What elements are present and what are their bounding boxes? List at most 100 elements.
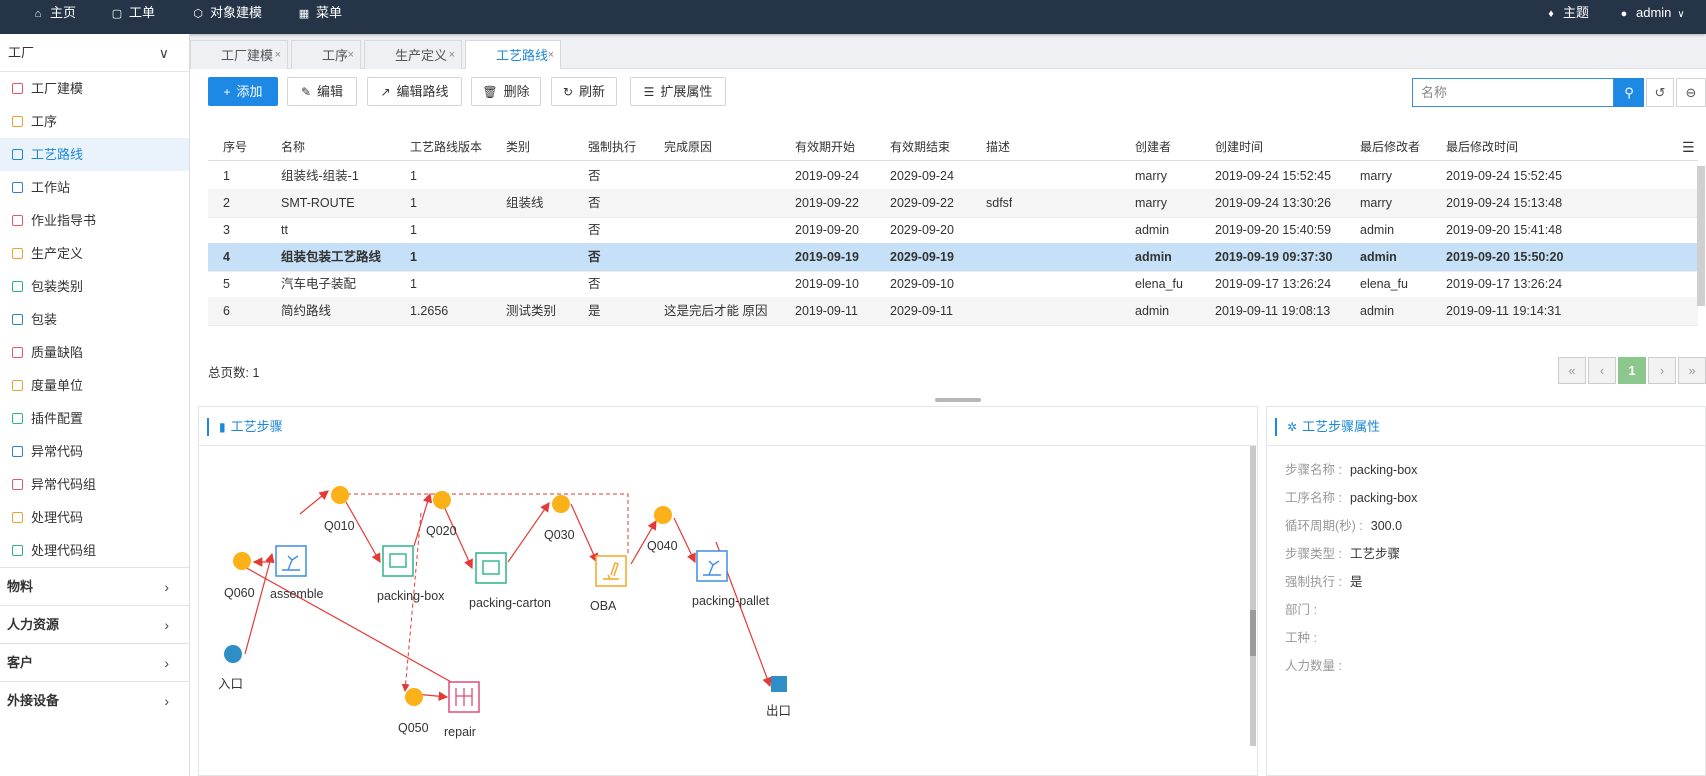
- sidebar-item[interactable]: 作业指导书: [0, 204, 189, 237]
- table-cell: 测试类别: [506, 304, 557, 318]
- nav-work-order[interactable]: ▢ 工单: [111, 0, 155, 26]
- table-scrollbar[interactable]: [1697, 166, 1705, 306]
- node-entry[interactable]: 入口: [218, 645, 243, 691]
- sidebar-item[interactable]: 插件配置: [0, 402, 189, 435]
- tab-process[interactable]: 工序 ×: [291, 40, 361, 69]
- prev-page-button[interactable]: ‹: [1588, 357, 1616, 384]
- column-header[interactable]: 最后修改者: [1360, 136, 1420, 158]
- current-page-button[interactable]: 1: [1618, 357, 1646, 384]
- reset-button[interactable]: ↺: [1646, 78, 1674, 107]
- column-header[interactable]: 创建者: [1135, 136, 1171, 158]
- scrollbar-thumb[interactable]: [1250, 610, 1256, 656]
- close-icon[interactable]: ×: [348, 41, 354, 70]
- sidebar-item[interactable]: 生产定义: [0, 237, 189, 270]
- close-icon[interactable]: ×: [449, 41, 455, 70]
- next-page-button[interactable]: ›: [1648, 357, 1676, 384]
- sidebar-group[interactable]: 人力资源 ›: [0, 605, 189, 643]
- last-page-button[interactable]: »: [1678, 357, 1706, 384]
- sidebar-item[interactable]: 异常代码组: [0, 468, 189, 501]
- sidebar-group[interactable]: 物料 ›: [0, 567, 189, 605]
- sidebar-item[interactable]: 工序: [0, 105, 189, 138]
- sidebar-item[interactable]: 工艺路线: [0, 138, 189, 171]
- sidebar-item[interactable]: 包装: [0, 303, 189, 336]
- sidebar-group-label: 物料: [7, 579, 34, 594]
- close-icon[interactable]: ×: [548, 41, 554, 70]
- tab-production-definition[interactable]: 生产定义 ×: [364, 40, 462, 69]
- table-row[interactable]: 2 SMT-ROUTE 1 组装线 否 2019-09-22 2029-09-22 sdfsf…: [208, 189, 1698, 218]
- sidebar-section-factory[interactable]: 工厂 ∨: [0, 34, 189, 72]
- nav-object-modeling[interactable]: ⬡ 对象建模: [192, 0, 262, 26]
- node-packing-box[interactable]: packing-box: [377, 545, 445, 603]
- menu-item-icon: [12, 347, 23, 358]
- column-header[interactable]: 有效期结束: [890, 136, 950, 158]
- property-value: 是: [1349, 575, 1363, 589]
- flow-link: [232, 560, 463, 689]
- node-packing-carton[interactable]: packing-carton: [469, 552, 551, 610]
- edit-button[interactable]: ✎ 编辑: [287, 77, 357, 106]
- table-row[interactable]: 5 汽车电子装配 1 否 2019-09-10 2029-09-10 elena_fu 201…: [208, 270, 1698, 299]
- nav-menu[interactable]: ▦ 菜单: [298, 0, 342, 26]
- sidebar-item[interactable]: 处理代码组: [0, 534, 189, 567]
- resize-handle[interactable]: [935, 398, 981, 402]
- column-header[interactable]: 创建时间: [1215, 136, 1263, 158]
- divider: [1267, 445, 1705, 446]
- nav-home[interactable]: ⌂ 主页: [32, 0, 76, 26]
- sidebar-item[interactable]: 度量单位: [0, 369, 189, 402]
- table-cell: 2019-09-19 09:37:30: [1215, 250, 1333, 264]
- search-button[interactable]: ⚲: [1614, 78, 1644, 107]
- nav-user[interactable]: ● admin ∨: [1618, 0, 1685, 26]
- sidebar-item[interactable]: 处理代码: [0, 501, 189, 534]
- table-row[interactable]: 3 tt 1 否 2019-09-20 2029-09-20 admin 2019-09-20…: [208, 216, 1698, 245]
- delete-button[interactable]: 🗑 删除: [471, 77, 541, 106]
- node-exit[interactable]: 出口: [766, 676, 791, 718]
- column-menu-icon[interactable]: ☰: [1682, 136, 1695, 158]
- edit-route-button[interactable]: ↗ 编辑路线: [367, 77, 462, 106]
- node-label: Q030: [544, 528, 575, 542]
- sidebar-group[interactable]: 客户 ›: [0, 643, 189, 681]
- sidebar-item[interactable]: 异常代码: [0, 435, 189, 468]
- search-icon: ⚲: [1624, 85, 1634, 100]
- menu-item-icon: [12, 446, 23, 457]
- column-header[interactable]: 强制执行: [588, 136, 636, 158]
- table-cell: admin: [1360, 223, 1395, 237]
- refresh-button[interactable]: ↻ 刷新: [551, 77, 617, 106]
- node-oba[interactable]: OBA: [590, 555, 627, 613]
- sidebar-item[interactable]: 包装类别: [0, 270, 189, 303]
- node-packing-pallet[interactable]: packing-pallet: [692, 550, 770, 608]
- menu-item-icon: [12, 314, 23, 325]
- table-cell: 简约路线: [281, 304, 332, 318]
- column-header[interactable]: 序号: [223, 136, 247, 158]
- add-button[interactable]: + 添加: [208, 77, 278, 106]
- search-input[interactable]: [1412, 78, 1614, 107]
- table-cell: 2019-09-19: [795, 250, 859, 264]
- column-header[interactable]: 完成原因: [664, 136, 712, 158]
- table-row[interactable]: 6 简约路线 1.2656 测试类别 是 这是完后才能 原因 2019-09-11 2029-…: [208, 297, 1698, 326]
- column-header[interactable]: 类别: [506, 136, 530, 158]
- nav-theme[interactable]: ♦ 主题: [1545, 0, 1589, 26]
- column-header[interactable]: 描述: [986, 136, 1010, 158]
- column-header[interactable]: 有效期开始: [795, 136, 855, 158]
- table-row[interactable]: 4 组装包装工艺路线 1 否 2019-09-19 2029-09-19 admin 2019…: [208, 243, 1698, 272]
- node-q030[interactable]: Q030: [544, 495, 575, 542]
- tab-factory-modeling[interactable]: 工厂建模 ×: [190, 40, 288, 69]
- node-q060[interactable]: Q060: [224, 552, 255, 600]
- sidebar-item[interactable]: 工作站: [0, 171, 189, 204]
- diagram-scrollbar[interactable]: [1250, 446, 1256, 746]
- tab-process-route[interactable]: 工艺路线 ×: [465, 40, 561, 69]
- table-row[interactable]: 1 组装线-组装-1 1 否 2019-09-24 2029-09-24 marry 2019…: [208, 162, 1698, 191]
- node-label: repair: [444, 725, 476, 739]
- node-assemble[interactable]: assemble: [270, 545, 324, 601]
- sidebar-item[interactable]: 工厂建模: [0, 72, 189, 105]
- extended-attributes-button[interactable]: ☰ 扩展属性: [630, 77, 726, 106]
- node-repair[interactable]: repair: [444, 681, 480, 739]
- sidebar-item[interactable]: 质量缺陷: [0, 336, 189, 369]
- collapse-button[interactable]: ⊖: [1676, 78, 1706, 107]
- sidebar-group[interactable]: 外接设备 ›: [0, 681, 189, 719]
- close-icon[interactable]: ×: [275, 41, 281, 70]
- column-header[interactable]: 工艺路线版本: [410, 136, 482, 158]
- column-header[interactable]: 名称: [281, 136, 305, 158]
- column-header[interactable]: 最后修改时间: [1446, 136, 1518, 158]
- node-q020[interactable]: Q020: [426, 491, 457, 538]
- table-cell: 2019-09-24 15:13:48: [1446, 196, 1563, 210]
- first-page-button[interactable]: «: [1558, 357, 1586, 384]
